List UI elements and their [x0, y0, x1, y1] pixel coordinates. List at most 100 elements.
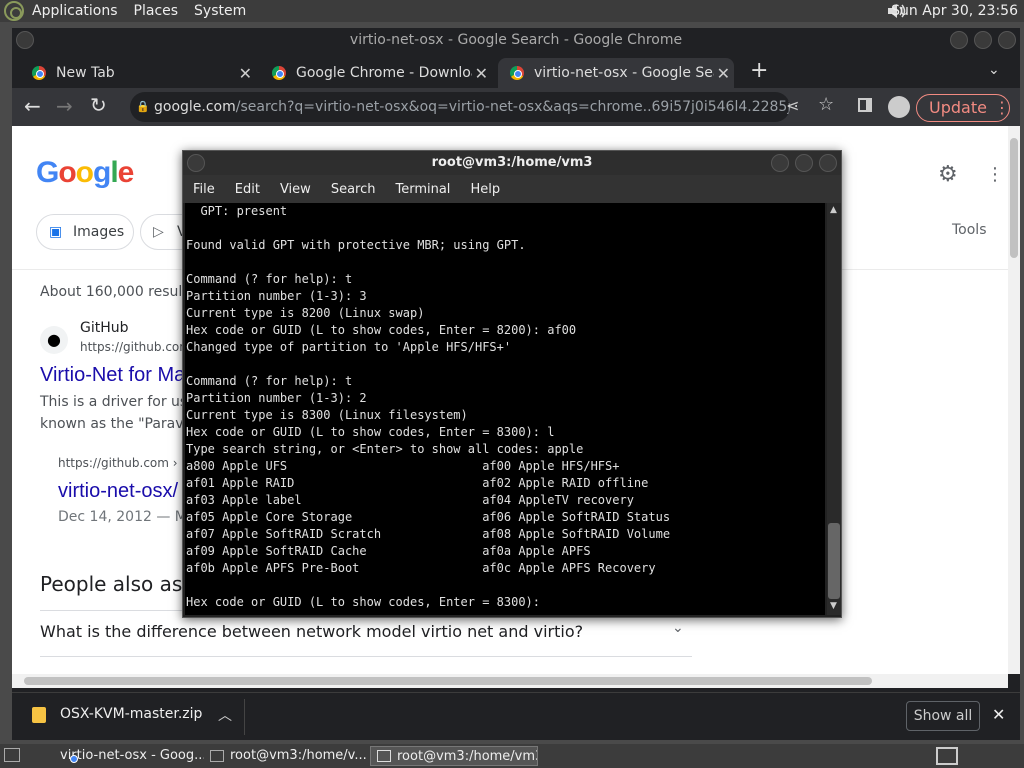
tab-google-search[interactable]: virtio-net-osx - Google Search ✕	[498, 58, 734, 88]
terminal-title[interactable]: root@vm3:/home/vm3	[183, 151, 841, 175]
scrollbar-thumb[interactable]	[24, 677, 872, 685]
task-label: root@vm3:/home/vm3	[397, 749, 538, 764]
terminal-scrollbar[interactable]: ▲ ▼	[827, 203, 841, 615]
terminal-line: af0b Apple APFS Pre-Boot af0c Apple APFS…	[186, 561, 656, 575]
minimize-button[interactable]	[771, 154, 789, 172]
kebab-menu-icon[interactable]: ⋮	[994, 98, 1010, 117]
tab-search-chevron-icon[interactable]: ⌄	[988, 62, 1000, 78]
chrome-icon	[32, 66, 46, 80]
page-vertical-scrollbar[interactable]	[1008, 126, 1020, 674]
menu-search[interactable]: Search	[321, 182, 386, 197]
paa-question[interactable]: What is the difference between network m…	[40, 622, 583, 641]
workspace-switcher[interactable]	[936, 747, 958, 765]
share-icon[interactable]: ⋖	[786, 96, 799, 115]
menu-places[interactable]: Places	[126, 0, 187, 22]
tab-chrome-download[interactable]: Google Chrome - Download th ✕	[260, 58, 492, 88]
bookmark-star-icon[interactable]: ☆	[818, 94, 834, 115]
menu-file[interactable]: File	[183, 182, 225, 197]
window-title: virtio-net-osx - Google Search - Google …	[349, 32, 683, 48]
scroll-up-icon[interactable]: ▲	[830, 205, 837, 215]
terminal-icon	[377, 750, 391, 762]
google-logo[interactable]: Google	[36, 156, 134, 190]
menu-edit[interactable]: Edit	[225, 182, 270, 197]
address-path: /search?q=virtio-net-osx&oq=virtio-net-o…	[235, 99, 790, 115]
back-icon[interactable]: ←	[24, 94, 41, 118]
top-panel: Applications Places System Sun Apr 30, 2…	[0, 0, 1024, 22]
window-menu-button[interactable]	[16, 31, 34, 49]
task-terminal-1[interactable]: root@vm3:/home/v...	[204, 746, 368, 766]
terminal-menubar: File Edit View Search Terminal Help	[183, 175, 841, 203]
menu-applications[interactable]: Applications	[24, 0, 126, 22]
close-window-button[interactable]	[819, 154, 837, 172]
maximize-button[interactable]	[795, 154, 813, 172]
terminal-line: Hex code or GUID (L to show codes, Enter…	[186, 425, 555, 439]
close-shelf-icon[interactable]: ✕	[992, 705, 1005, 724]
terminal-line: Partition number (1-3): 2	[186, 391, 367, 405]
scrollbar-thumb[interactable]	[828, 523, 840, 599]
terminal-line: a800 Apple UFS af00 Apple HFS/HFS+	[186, 459, 620, 473]
result-site-name[interactable]: GitHub	[80, 320, 129, 336]
tab-label: Google Chrome - Download th	[296, 65, 472, 81]
terminal-output[interactable]: GPT: present Found valid GPT with protec…	[185, 203, 825, 615]
terminal-line: af03 Apple label af04 AppleTV recovery	[186, 493, 634, 507]
chip-images[interactable]: ▣ Images	[36, 214, 134, 250]
github-favicon-icon: ●	[40, 326, 68, 354]
terminal-line: GPT: present	[186, 204, 288, 218]
profile-avatar-icon[interactable]	[888, 96, 910, 118]
window-menu-button[interactable]	[187, 154, 205, 172]
download-shelf: OSX-KVM-master.zip ︿ Show all ✕	[12, 692, 1020, 740]
chip-label: Images	[73, 224, 125, 240]
apps-grid-icon[interactable]: ⋮⋮⋮	[986, 164, 1008, 185]
settings-gear-icon[interactable]: ⚙	[938, 162, 958, 187]
terminal-line: Current type is 8300 (Linux filesystem)	[186, 408, 468, 422]
maximize-button[interactable]	[974, 31, 992, 49]
menu-system[interactable]: System	[186, 0, 254, 22]
result-title-link[interactable]: Virtio-Net for Ma	[40, 364, 185, 387]
menu-view[interactable]: View	[270, 182, 321, 197]
google-icon	[510, 66, 524, 80]
image-icon: ▣	[49, 224, 63, 240]
scroll-down-icon[interactable]: ▼	[830, 601, 837, 611]
zip-file-icon	[32, 707, 46, 723]
terminal-line: af07 Apple SoftRAID Scratch af08 Apple S…	[186, 527, 671, 541]
bottom-taskbar: virtio-net-osx - Goog... root@vm3:/home/…	[0, 744, 1024, 768]
download-filename[interactable]: OSX-KVM-master.zip	[60, 706, 202, 722]
page-horizontal-scrollbar[interactable]	[12, 674, 1008, 688]
close-window-button[interactable]	[998, 31, 1016, 49]
forward-icon[interactable]: →	[56, 94, 73, 118]
address-bar[interactable]: 🔒 google.com/search?q=virtio-net-osx&oq=…	[130, 92, 790, 122]
terminal-line: af05 Apple Core Storage af06 Apple SoftR…	[186, 510, 671, 524]
show-desktop-icon[interactable]	[4, 748, 20, 762]
reload-icon[interactable]: ↻	[90, 93, 107, 117]
close-tab-icon[interactable]: ✕	[717, 64, 730, 83]
tools-button[interactable]: Tools	[952, 222, 987, 238]
distro-logo-icon[interactable]	[4, 1, 24, 21]
minimize-button[interactable]	[950, 31, 968, 49]
result-url[interactable]: https://github.com	[80, 340, 191, 354]
close-tab-icon[interactable]: ✕	[239, 64, 252, 83]
tab-new-tab[interactable]: New Tab ✕	[20, 58, 256, 88]
chevron-up-icon[interactable]: ︿	[218, 705, 232, 725]
menu-help[interactable]: Help	[460, 182, 510, 197]
menu-terminal[interactable]: Terminal	[385, 182, 460, 197]
result-title-link[interactable]: virtio-net-osx/	[58, 480, 178, 503]
results-count: About 160,000 results	[40, 284, 196, 300]
side-panel-icon[interactable]	[858, 98, 872, 112]
new-tab-icon[interactable]: +	[750, 58, 768, 83]
show-all-button[interactable]: Show all	[906, 701, 980, 731]
task-chrome[interactable]: virtio-net-osx - Goog...	[34, 746, 204, 766]
task-terminal-2[interactable]: root@vm3:/home/vm3	[370, 746, 538, 766]
close-tab-icon[interactable]: ✕	[475, 64, 488, 83]
clock[interactable]: Sun Apr 30, 23:56	[891, 0, 1018, 22]
address-domain: google.com	[154, 99, 236, 115]
terminal-line: af01 Apple RAID af02 Apple RAID offline	[186, 476, 649, 490]
divider	[40, 656, 692, 657]
scrollbar-thumb[interactable]	[1010, 138, 1018, 258]
terminal-line: Changed type of partition to 'Apple HFS/…	[186, 340, 512, 354]
chevron-down-icon[interactable]: ⌄	[672, 620, 684, 636]
terminal-line: af09 Apple SoftRAID Cache af0a Apple APF…	[186, 544, 591, 558]
result-url[interactable]: https://github.com ›	[58, 456, 178, 470]
terminal-line: Command (? for help): t	[186, 374, 353, 388]
